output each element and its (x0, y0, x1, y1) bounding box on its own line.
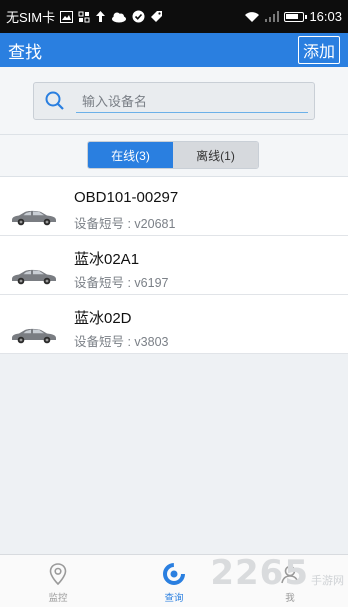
nav-label: 监控 (48, 593, 68, 604)
tab-online[interactable]: 在线(3) (88, 142, 173, 168)
device-list-item[interactable]: OBD101-00297 设备短号 : v20681 (0, 177, 348, 236)
tag-icon (151, 11, 163, 22)
car-icon (12, 269, 56, 285)
nav-label: 查询 (164, 593, 184, 604)
image-icon (60, 10, 74, 23)
search-input[interactable] (76, 91, 308, 113)
status-segmented-control: 在线(3) 离线(1) (87, 141, 259, 169)
device-list-item[interactable]: 蓝冰02D 设备短号 : v3803 (0, 295, 348, 354)
device-short-number: 设备短号 : v6197 (74, 276, 169, 290)
device-name: 蓝冰02A1 (74, 251, 140, 268)
device-short-number: 设备短号 : v3803 (74, 335, 169, 349)
status-tab-area: 在线(3) 离线(1) (0, 135, 348, 177)
bottom-nav: 监控 查询 我 2265 手游网 (0, 553, 348, 607)
wifi-icon (245, 11, 260, 22)
device-name: OBD101-00297 (74, 189, 179, 206)
battery-icon (284, 11, 308, 22)
upload-arrow-icon (96, 11, 106, 22)
search-icon (45, 91, 64, 110)
search-box (33, 82, 315, 120)
car-icon (12, 328, 56, 344)
search-area (0, 67, 348, 135)
nav-monitor[interactable]: 监控 (0, 555, 116, 607)
status-bar: 无SIM卡 16:03 (0, 0, 348, 33)
clock-text: 16:03 (309, 9, 342, 24)
add-device-button[interactable]: 添加 (297, 36, 340, 64)
watermark-number: 2265 (210, 553, 309, 593)
device-list-item[interactable]: 蓝冰02A1 设备短号 : v6197 (0, 236, 348, 295)
signal-icon (265, 11, 280, 22)
page-title: 查找 (8, 42, 42, 62)
app-header: 查找 添加 (0, 33, 348, 67)
location-pin-icon (49, 563, 67, 586)
site-watermark: 2265 手游网 (210, 553, 344, 593)
watermark-text: 手游网 (311, 575, 344, 587)
grid-icon (78, 11, 90, 22)
carrier-text: 无SIM卡 (6, 10, 56, 25)
device-short-number: 设备短号 : v20681 (74, 217, 176, 231)
weather-icon (112, 12, 127, 22)
device-name: 蓝冰02D (74, 310, 132, 327)
query-icon (163, 563, 185, 585)
tab-offline[interactable]: 离线(1) (173, 142, 258, 168)
device-list: OBD101-00297 设备短号 : v20681 蓝冰02A1 设备短号 :… (0, 177, 348, 354)
check-circle-icon (132, 10, 145, 23)
car-icon (12, 210, 56, 226)
